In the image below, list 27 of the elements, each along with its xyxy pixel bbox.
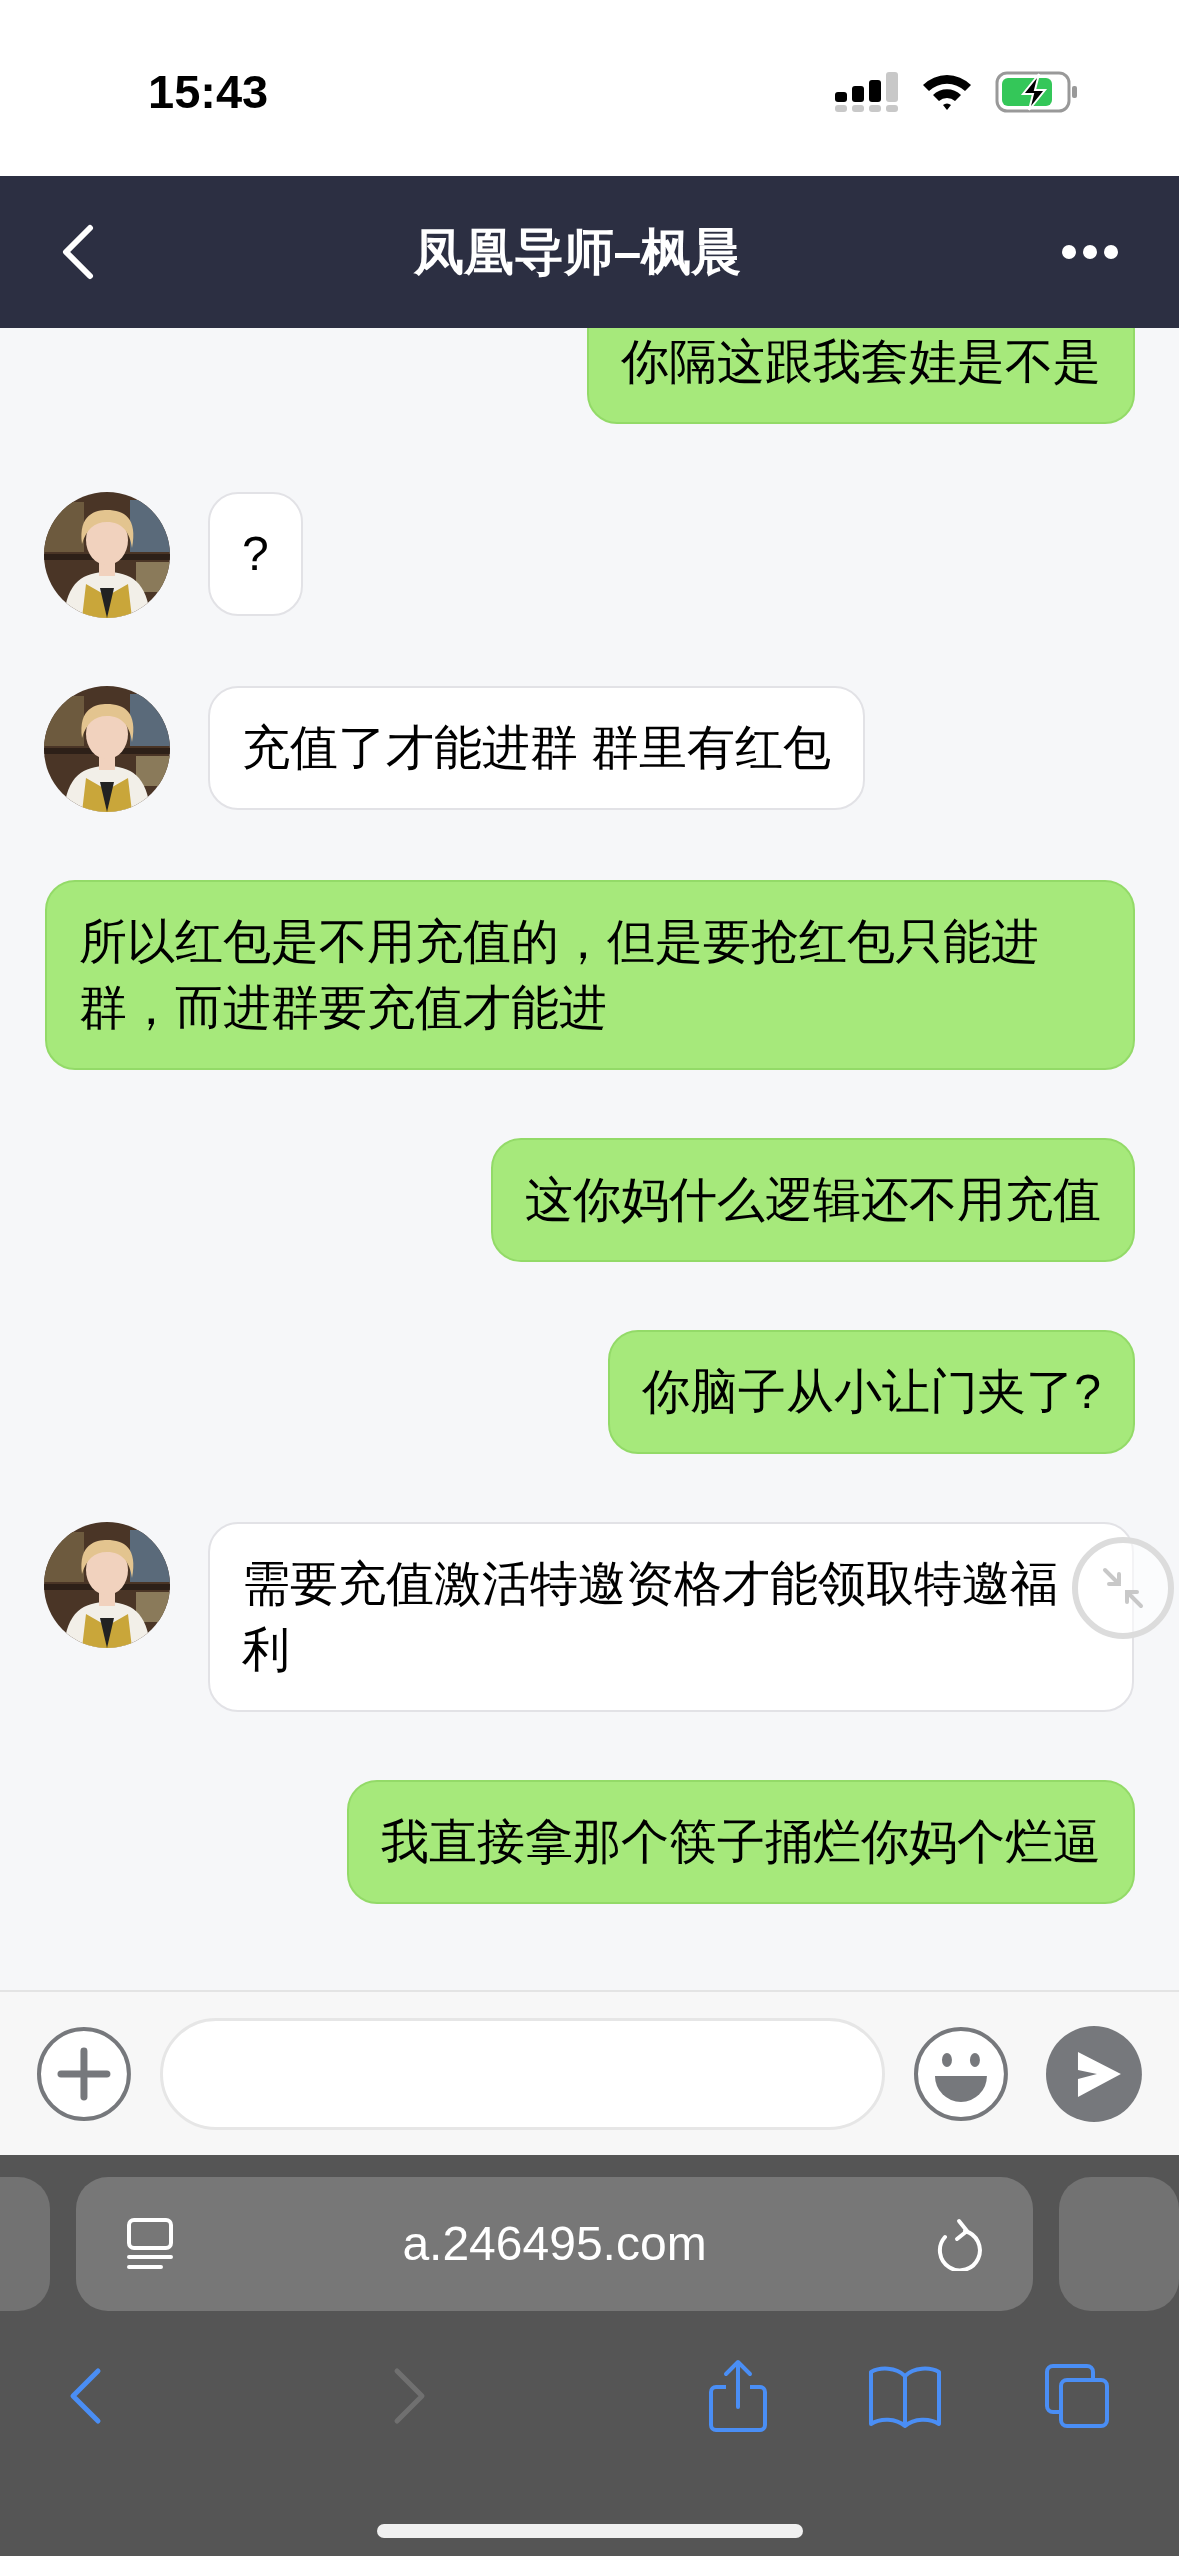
received-message: 充值了才能进群 群里有红包 [208, 686, 866, 810]
share-icon[interactable] [707, 2359, 768, 2433]
bookmarks-icon[interactable] [868, 2364, 943, 2428]
more-icon[interactable] [1061, 244, 1119, 260]
sent-message: 所以红包是不用充值的，但是要抢红包只能进群，而进群要充值才能进 [45, 880, 1135, 1070]
back-icon[interactable] [60, 224, 94, 280]
collapse-button[interactable] [1071, 1536, 1175, 1640]
url-text: a.246495.com [402, 2216, 707, 2272]
send-button[interactable] [1045, 2024, 1143, 2123]
received-message: 需要充值激活特邀资格才能领取特邀福利 [208, 1522, 1134, 1712]
address-bar[interactable]: a.246495.com [76, 2177, 1033, 2311]
sent-message: 这你妈什么逻辑还不用充值 [491, 1138, 1135, 1262]
add-icon[interactable] [36, 2025, 132, 2122]
sent-message: 你脑子从小让门夹了? [608, 1330, 1135, 1454]
tabs-icon[interactable] [1043, 2362, 1111, 2430]
chat-title: 凤凰导师–枫晨 [413, 222, 742, 282]
sent-message: 你隔这跟我套娃是不是 [587, 328, 1135, 424]
emoji-icon[interactable] [913, 2025, 1010, 2122]
battery-charging-icon [995, 71, 1079, 113]
sent-message: 我直接拿那个筷子捅烂你妈个烂逼 [347, 1780, 1135, 1904]
forward-icon[interactable] [392, 2367, 427, 2425]
page-menu-icon[interactable] [126, 2217, 175, 2271]
status-time: 15:43 [148, 63, 269, 120]
signal-icon [835, 72, 899, 112]
received-message: ? [208, 492, 303, 616]
wifi-icon [921, 73, 973, 111]
tab-pill[interactable] [1058, 2177, 1179, 2311]
